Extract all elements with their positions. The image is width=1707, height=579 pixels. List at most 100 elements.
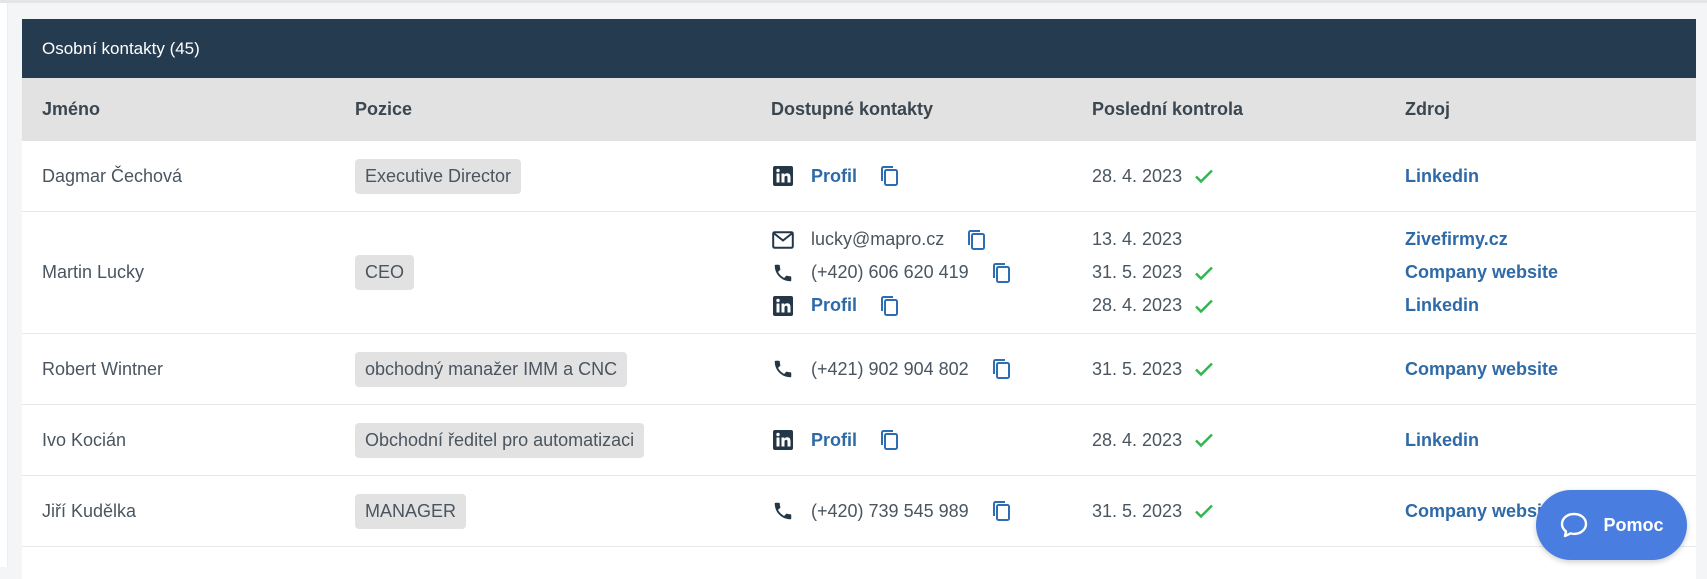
contact-value: lucky@mapro.cz bbox=[811, 229, 945, 249]
chat-bubble-icon bbox=[1559, 511, 1589, 539]
source-cell: Linkedin bbox=[1405, 405, 1479, 475]
column-header-contacts[interactable]: Dostupné kontakty bbox=[771, 99, 933, 120]
source-cell: Linkedin bbox=[1405, 141, 1479, 211]
position-tag: obchodný manažer IMM a CNC bbox=[355, 351, 628, 387]
name-cell: Martin Lucky bbox=[42, 212, 144, 333]
source-link[interactable]: Zivefirmy.cz bbox=[1405, 229, 1508, 250]
copy-icon[interactable] bbox=[966, 229, 986, 251]
contacts-cell: (+421) 902 904 802 bbox=[771, 334, 1011, 404]
checkmark-icon bbox=[1194, 432, 1214, 448]
contact-value: (+420) 739 545 989 bbox=[811, 500, 969, 521]
column-header-last-check[interactable]: Poslední kontrola bbox=[1092, 99, 1243, 120]
source-cell: Zivefirmy.cz Company website Linkedin bbox=[1405, 212, 1558, 333]
source-link[interactable]: Linkedin bbox=[1405, 166, 1479, 187]
linkedin-profile-link[interactable]: Profil bbox=[811, 295, 857, 316]
contacts-cell: Profil bbox=[771, 141, 899, 211]
name-cell: Dagmar Čechová bbox=[42, 141, 182, 211]
column-header-source[interactable]: Zdroj bbox=[1405, 99, 1450, 120]
source-item: Linkedin bbox=[1405, 424, 1479, 457]
contact-item: (+420) 739 545 989 bbox=[771, 495, 1011, 528]
copy-icon[interactable] bbox=[879, 429, 899, 451]
source-link[interactable]: Company website bbox=[1405, 262, 1558, 283]
contact-item: Profil bbox=[771, 424, 899, 457]
contact-name: Ivo Kocián bbox=[42, 429, 127, 450]
copy-icon[interactable] bbox=[991, 500, 1011, 522]
linkedin-profile-link[interactable]: Profil bbox=[811, 430, 857, 451]
position-cell: Executive Director bbox=[355, 141, 522, 211]
check-date: 28. 4. 2023 bbox=[1092, 295, 1183, 315]
linkedin-icon bbox=[771, 294, 795, 318]
table-row: Robert Wintner obchodný manažer IMM a CNC… bbox=[22, 334, 1696, 405]
contacts-cell: Profil bbox=[771, 405, 899, 475]
contact-name: Jiří Kudělka bbox=[42, 500, 137, 521]
contacts-panel: Osobní kontakty (45) Jméno Pozice Dostup… bbox=[22, 19, 1696, 579]
contact-value: (+420) 606 620 419 bbox=[811, 262, 969, 282]
last-check-cell: 28. 4. 2023 bbox=[1092, 141, 1214, 211]
checkmark-icon bbox=[1194, 298, 1214, 314]
copy-icon[interactable] bbox=[879, 295, 899, 317]
position-cell: obchodný manažer IMM a CNC bbox=[355, 334, 628, 404]
check-date: 28. 4. 2023 bbox=[1092, 429, 1183, 450]
contact-value: (+421) 902 904 802 bbox=[811, 358, 969, 379]
source-item: Linkedin bbox=[1405, 160, 1479, 193]
source-item: Company website bbox=[1405, 353, 1558, 386]
check-date: 31. 5. 2023 bbox=[1092, 262, 1183, 282]
source-link[interactable]: Company website bbox=[1405, 359, 1558, 380]
check-date: 31. 5. 2023 bbox=[1092, 358, 1183, 379]
column-header-name[interactable]: Jméno bbox=[42, 99, 100, 120]
copy-icon[interactable] bbox=[991, 358, 1011, 380]
linkedin-icon bbox=[771, 164, 795, 188]
contact-item: (+420) 606 620 419 bbox=[771, 256, 1011, 289]
help-button[interactable]: Pomoc bbox=[1536, 490, 1687, 560]
name-cell: Jiří Kudělka bbox=[42, 476, 136, 546]
check-item: 31. 5. 2023 bbox=[1092, 353, 1214, 386]
contact-item: (+421) 902 904 802 bbox=[771, 353, 1011, 386]
check-date: 28. 4. 2023 bbox=[1092, 165, 1183, 186]
phone-icon bbox=[771, 357, 795, 381]
source-item: Zivefirmy.cz bbox=[1405, 223, 1558, 256]
column-header-position[interactable]: Pozice bbox=[355, 99, 412, 120]
position-tag: CEO bbox=[355, 255, 415, 290]
checkmark-icon bbox=[1194, 361, 1214, 377]
contacts-cell: lucky@mapro.cz (+420) 606 620 419 Profil bbox=[771, 212, 1011, 333]
source-link[interactable]: Linkedin bbox=[1405, 430, 1479, 451]
last-check-cell: 31. 5. 2023 bbox=[1092, 476, 1214, 546]
check-item: 13. 4. 2023 bbox=[1092, 223, 1214, 256]
linkedin-icon bbox=[771, 428, 795, 452]
check-date: 31. 5. 2023 bbox=[1092, 500, 1183, 521]
table-row: Martin Lucky CEO lucky@mapro.cz (+420) 606 … bbox=[22, 212, 1696, 334]
position-cell: CEO bbox=[355, 212, 415, 333]
contact-name: Robert Wintner bbox=[42, 358, 164, 379]
contact-item: Profil bbox=[771, 289, 1011, 322]
linkedin-profile-link[interactable]: Profil bbox=[811, 166, 857, 187]
source-link[interactable]: Company website bbox=[1405, 501, 1558, 522]
table-row: Dagmar Čechová Executive Director Profil 28… bbox=[22, 141, 1696, 212]
source-link[interactable]: Linkedin bbox=[1405, 295, 1479, 316]
source-cell: Company website bbox=[1405, 476, 1558, 546]
table-row: Ivo Kocián Obchodní ředitel pro automatiz… bbox=[22, 405, 1696, 476]
check-item: 31. 5. 2023 bbox=[1092, 256, 1214, 289]
help-label: Pomoc bbox=[1603, 514, 1664, 535]
contact-item: lucky@mapro.cz bbox=[771, 223, 1011, 256]
panel-title: Osobní kontakty (45) bbox=[42, 38, 200, 58]
checkmark-icon bbox=[1194, 503, 1214, 519]
name-cell: Robert Wintner bbox=[42, 334, 163, 404]
position-tag: MANAGER bbox=[355, 493, 467, 529]
last-check-cell: 28. 4. 2023 bbox=[1092, 405, 1214, 475]
contact-name: Dagmar Čechová bbox=[42, 165, 183, 186]
phone-icon bbox=[771, 261, 795, 285]
copy-icon[interactable] bbox=[991, 262, 1011, 284]
check-item: 31. 5. 2023 bbox=[1092, 495, 1214, 528]
contact-item: Profil bbox=[771, 160, 899, 193]
left-sidebar-edge bbox=[0, 3, 8, 567]
check-item: 28. 4. 2023 bbox=[1092, 289, 1214, 322]
table-row: Jiří Kudělka MANAGER (+420) 739 545 989 31.… bbox=[22, 476, 1696, 547]
copy-icon[interactable] bbox=[879, 165, 899, 187]
last-check-cell: 13. 4. 2023 31. 5. 2023 28. 4. 2023 bbox=[1092, 212, 1214, 333]
name-cell: Ivo Kocián bbox=[42, 405, 126, 475]
position-tag: Executive Director bbox=[355, 158, 522, 194]
table-body: Dagmar Čechová Executive Director Profil 28… bbox=[22, 141, 1696, 547]
phone-icon bbox=[771, 499, 795, 523]
contacts-cell: (+420) 739 545 989 bbox=[771, 476, 1011, 546]
top-border bbox=[0, 0, 1707, 3]
